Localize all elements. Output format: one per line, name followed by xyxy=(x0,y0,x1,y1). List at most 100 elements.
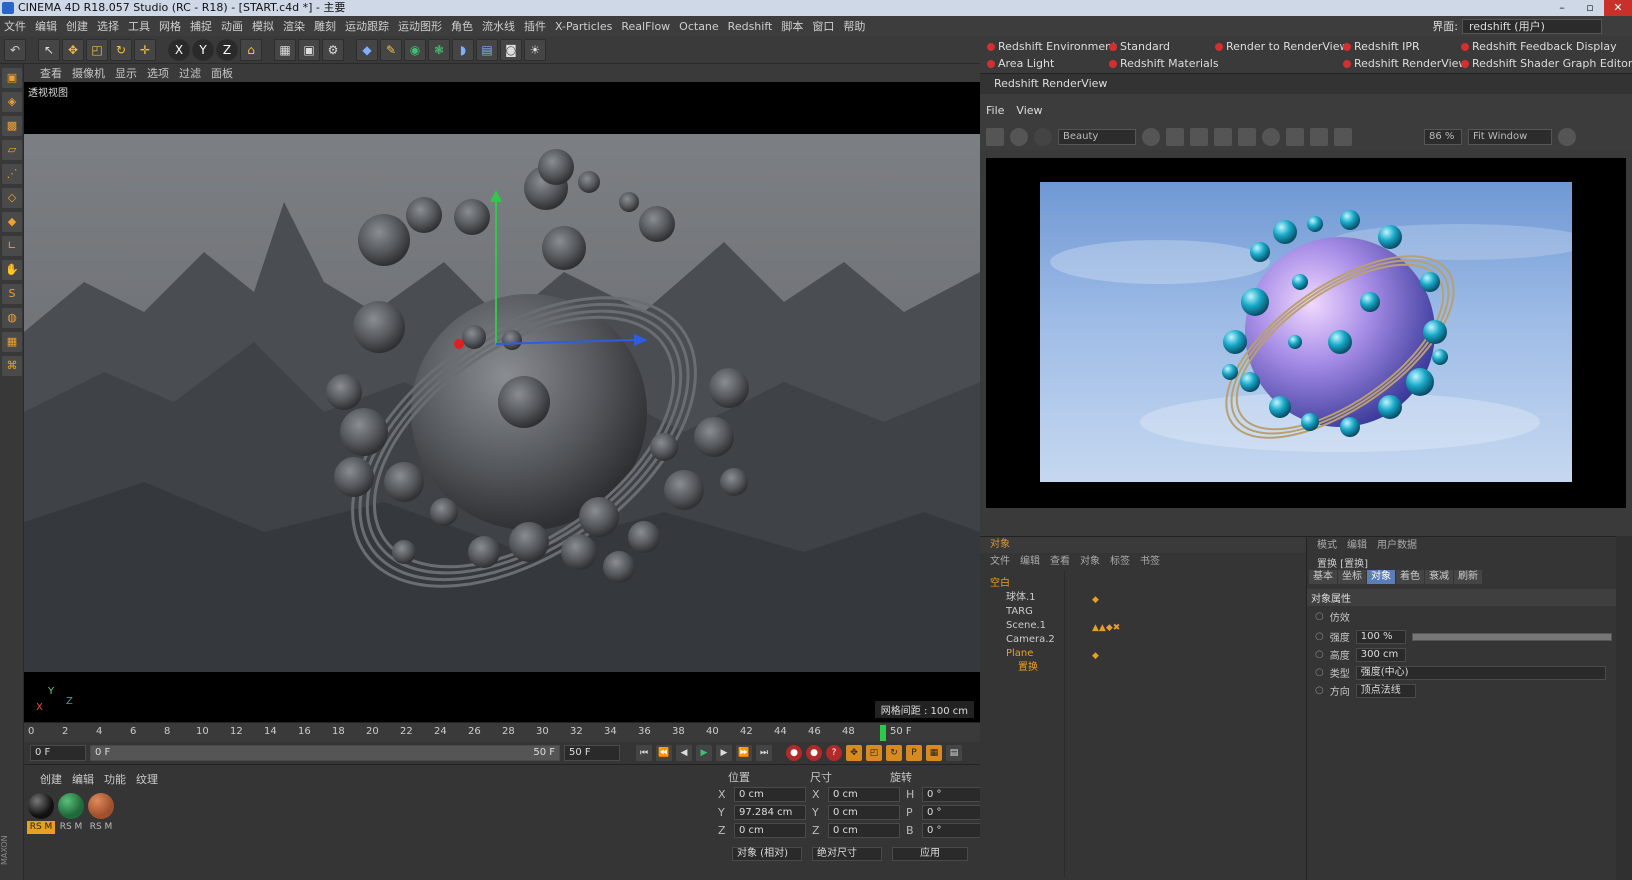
menu-item[interactable]: 创建 xyxy=(66,18,88,34)
material-menu-item[interactable]: 编辑 xyxy=(72,771,94,787)
attribute-menu-item[interactable]: 用户数据 xyxy=(1377,539,1417,551)
compare-icon[interactable] xyxy=(1334,128,1352,146)
floor-icon[interactable]: ▤ xyxy=(476,38,498,61)
tab-basic[interactable]: 基本 xyxy=(1309,570,1337,584)
type-dropdown[interactable]: 强度(中心) xyxy=(1355,665,1606,680)
strength-slider[interactable] xyxy=(1411,632,1612,641)
menu-item[interactable]: 渲染 xyxy=(283,18,305,34)
apply-button[interactable]: 应用 xyxy=(892,847,968,861)
go-to-start-icon[interactable]: ⏮ xyxy=(636,745,652,761)
subdivision-icon[interactable]: ◉ xyxy=(404,38,426,61)
crop-icon[interactable] xyxy=(1166,128,1184,146)
redshift-renderview-button[interactable]: Redshift RenderView xyxy=(1340,56,1467,72)
zoom-field[interactable]: 86 % xyxy=(1424,129,1462,145)
menu-item[interactable]: 文件 xyxy=(4,18,26,34)
keyframe-selection-icon[interactable]: ? xyxy=(826,745,842,761)
object-menu-item[interactable]: 标签 xyxy=(1110,555,1130,569)
undo-icon[interactable]: ↶ xyxy=(4,38,26,61)
object-item-plane[interactable]: Plane xyxy=(1006,647,1033,661)
attribute-menu-item[interactable]: 模式 xyxy=(1317,539,1337,551)
menu-item[interactable]: 选择 xyxy=(97,18,119,34)
next-key-icon[interactable]: ⏩ xyxy=(736,745,752,761)
menu-item[interactable]: 运动图形 xyxy=(398,18,442,34)
rotation-p-field[interactable]: 0 ° xyxy=(922,805,986,820)
object-menu-item[interactable]: 书签 xyxy=(1140,555,1160,569)
key-rotation-icon[interactable]: ↻ xyxy=(886,745,902,761)
radio-icon[interactable]: ○ xyxy=(1315,685,1324,696)
redshift-shader-graph-editor-button[interactable]: Redshift Shader Graph Editor xyxy=(1458,56,1632,72)
prev-frame-icon[interactable]: ◀ xyxy=(676,745,692,761)
y-axis-lock-icon[interactable]: Y xyxy=(192,38,214,61)
scale-icon[interactable]: ◰ xyxy=(86,38,108,61)
points-mode-icon[interactable]: ⋰ xyxy=(2,164,22,184)
render-to-renderview-button[interactable]: Render to RenderView xyxy=(1212,39,1348,55)
render-picture-viewer-icon[interactable]: ▣ xyxy=(298,38,320,61)
aov-dropdown[interactable]: Beauty xyxy=(1058,129,1136,145)
menu-item[interactable]: Octane xyxy=(679,20,719,33)
radio-icon[interactable]: ○ xyxy=(1315,649,1324,660)
exposure-icon[interactable] xyxy=(1262,128,1280,146)
close-button[interactable]: ✕ xyxy=(1604,0,1632,16)
tab-falloff[interactable]: 衰减 xyxy=(1425,570,1453,584)
grid-icon[interactable]: ▦ xyxy=(2,332,22,352)
menu-item[interactable]: 插件 xyxy=(524,18,546,34)
menu-item[interactable]: 捕捉 xyxy=(190,18,212,34)
layout-dropdown[interactable]: redshift (用户) xyxy=(1462,18,1602,34)
polygons-mode-icon[interactable]: ◆ xyxy=(2,212,22,232)
add-snapshot-icon[interactable] xyxy=(1310,128,1328,146)
menu-item[interactable]: 工具 xyxy=(128,18,150,34)
material-swatch[interactable] xyxy=(28,793,54,819)
tag-icon[interactable]: ▲▲◆✖ xyxy=(1092,623,1120,633)
viewport-menu-item[interactable]: 过滤 xyxy=(179,65,201,81)
redshift-materials-button[interactable]: Redshift Materials xyxy=(1106,56,1219,72)
record-icon[interactable]: ● xyxy=(786,745,802,761)
refresh-icon[interactable] xyxy=(1034,128,1052,146)
radio-icon[interactable]: ○ xyxy=(1315,611,1324,622)
right-side-tabs[interactable] xyxy=(1616,536,1632,880)
maximize-button[interactable]: ▫ xyxy=(1576,0,1604,16)
material-menu-item[interactable]: 功能 xyxy=(104,771,126,787)
tab-object[interactable]: 对象 xyxy=(1367,570,1395,584)
key-parameter-icon[interactable]: P xyxy=(906,745,922,761)
playhead-marker[interactable] xyxy=(880,725,886,741)
radio-icon[interactable]: ○ xyxy=(1315,667,1324,678)
redshift-feedback-display-button[interactable]: Redshift Feedback Display xyxy=(1458,39,1617,55)
rotation-b-field[interactable]: 0 ° xyxy=(922,823,986,838)
render-view-icon[interactable]: ▦ xyxy=(274,38,296,61)
redshift-standard-button[interactable]: Standard xyxy=(1106,39,1170,55)
radio-icon[interactable]: ○ xyxy=(1315,631,1324,642)
menu-item[interactable]: 脚本 xyxy=(781,18,803,34)
texture-mode-icon[interactable]: ▩ xyxy=(2,116,22,136)
redshift-ipr-button[interactable]: Redshift IPR xyxy=(1340,39,1420,55)
tab-refresh[interactable]: 刷新 xyxy=(1454,570,1482,584)
object-item-targ[interactable]: TARG xyxy=(1006,605,1033,619)
snap-icon[interactable]: S xyxy=(2,284,22,304)
strength-field[interactable]: 100 % xyxy=(1355,629,1406,644)
height-field[interactable]: 300 cm xyxy=(1355,647,1406,662)
minimize-button[interactable]: – xyxy=(1548,0,1576,16)
select-arrow-icon[interactable]: ↖ xyxy=(38,38,60,61)
attribute-menu-item[interactable]: 编辑 xyxy=(1347,539,1367,551)
object-item-sphere[interactable]: 球体.1 xyxy=(1006,591,1036,605)
viewport-menu-item[interactable]: 显示 xyxy=(115,65,137,81)
array-icon[interactable]: ❃ xyxy=(428,38,450,61)
menu-item[interactable]: 模拟 xyxy=(252,18,274,34)
make-editable-icon[interactable]: ▣ xyxy=(2,68,22,88)
tweak-icon[interactable]: ✋ xyxy=(2,260,22,280)
frame-range-slider[interactable]: 0 F 50 F xyxy=(90,745,560,761)
tab-coord[interactable]: 坐标 xyxy=(1338,570,1366,584)
area-light-button[interactable]: Area Light xyxy=(984,56,1054,72)
go-to-end-icon[interactable]: ⏭ xyxy=(756,745,772,761)
direction-dropdown[interactable]: 顶点法线 xyxy=(1355,683,1416,698)
light-icon[interactable]: ☀ xyxy=(524,38,546,61)
size-mode-dropdown[interactable]: 绝对尺寸 xyxy=(812,847,882,861)
menu-item[interactable]: 运动跟踪 xyxy=(345,18,389,34)
sculpt-icon[interactable]: ◍ xyxy=(2,308,22,328)
object-item-scene[interactable]: Scene.1 xyxy=(1006,619,1046,633)
z-axis-lock-icon[interactable]: Z xyxy=(216,38,238,61)
position-y-field[interactable]: 97.284 cm xyxy=(734,805,806,820)
play-icon[interactable]: ▶ xyxy=(696,745,712,761)
menu-item[interactable]: 角色 xyxy=(451,18,473,34)
tag-icon[interactable]: ◆ xyxy=(1092,651,1099,661)
position-x-field[interactable]: 0 cm xyxy=(734,787,806,802)
